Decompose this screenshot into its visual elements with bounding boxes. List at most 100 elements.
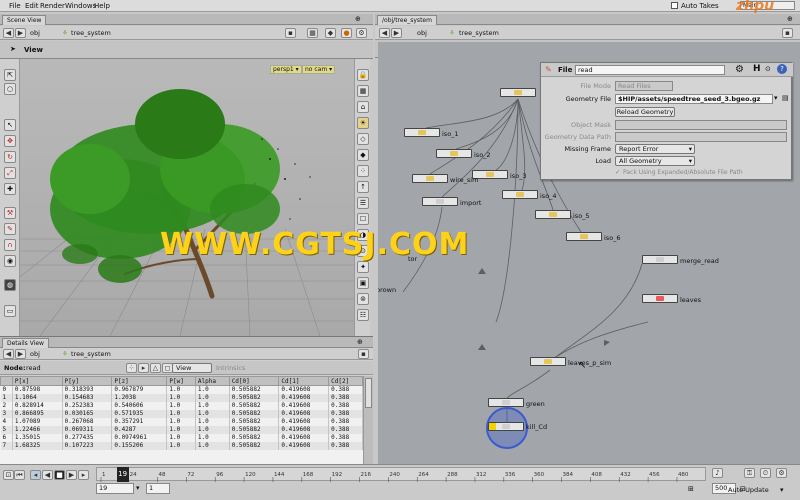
missing-frame-select[interactable]: Report Error [615, 144, 695, 154]
cube-icon[interactable]: ◆ [325, 28, 336, 38]
table-row[interactable]: 1 1.1064 0.154683 1.2038 1.0 1.0 0.505882 0.419… [0, 393, 363, 402]
network-add-tab-icon[interactable]: ⊕ [787, 15, 793, 23]
node-iso-1[interactable] [404, 128, 440, 137]
play-reverse-icon[interactable]: ◀ [42, 470, 53, 480]
scrollbar-thumb[interactable] [365, 378, 372, 408]
shaded-icon[interactable]: ◆ [357, 149, 369, 161]
attribute-spreadsheet[interactable]: P[x] P[y] P[z] P[w] Alpha Cd[0] Cd[1] Cd[2] 0 0.… [0, 376, 363, 465]
lasso-tool-icon[interactable]: ○ [4, 83, 16, 95]
column-header[interactable]: Cd[0] [228, 376, 280, 386]
points-mode-icon[interactable]: ⁘ [126, 363, 137, 373]
start-frame-field[interactable]: 1 [146, 483, 170, 494]
select-tool-icon[interactable]: ⇱ [4, 69, 16, 81]
details-path-obj[interactable]: obj [30, 350, 40, 358]
scene-path-crumb[interactable]: tree_system [71, 29, 111, 37]
column-header[interactable]: Cd[1] [278, 376, 330, 386]
table-row[interactable]: 2 0.828914 0.252383 0.540606 1.0 1.0 0.505882 0… [0, 401, 363, 410]
flipbook-icon[interactable]: ▣ [357, 277, 369, 289]
table-row[interactable]: 7 1.68325 0.107223 0.155206 1.0 1.0 0.505882 0.… [0, 441, 363, 450]
node-leaves-p-sim[interactable] [530, 357, 566, 366]
handle-tool-icon[interactable]: ✚ [4, 183, 16, 195]
lock-icon[interactable]: 🔒 [357, 69, 369, 81]
realtime-icon[interactable]: ⏲ [760, 468, 771, 478]
file-mode-select[interactable]: Read Files [615, 81, 673, 91]
node-read[interactable] [500, 88, 536, 97]
key-icon[interactable]: ⚿ [744, 468, 755, 478]
frame-field[interactable]: 19 [96, 483, 134, 494]
geometry-file-input[interactable]: $HIP/assets/speedtree_seed_3.bgeo.gz [615, 94, 773, 104]
hda-icon[interactable]: H [753, 64, 761, 74]
tab-scene-view[interactable]: Scene View [2, 15, 47, 25]
home-icon[interactable]: ⌂ [357, 101, 369, 113]
details-path-crumb[interactable]: tree_system [71, 350, 111, 358]
node-green[interactable] [488, 398, 524, 407]
node-iso-5[interactable] [535, 210, 571, 219]
render-icon[interactable]: ● [341, 28, 352, 38]
render-region-icon[interactable]: ▭ [4, 305, 16, 317]
details-scrollbar[interactable] [363, 376, 373, 465]
magnet-tool-icon[interactable]: ∩ [4, 239, 16, 251]
snapshot-icon[interactable]: ✦ [357, 261, 369, 273]
xray-icon[interactable]: ☰ [357, 197, 369, 209]
network-path-crumb[interactable]: tree_system [459, 29, 499, 37]
ghost-icon[interactable]: ☐ [357, 213, 369, 225]
column-header[interactable]: Alpha [194, 376, 230, 386]
det-forward-icon[interactable]: ▶ [15, 349, 26, 359]
wireframe-icon[interactable]: ◇ [357, 133, 369, 145]
det-pin-icon[interactable]: ▪ [358, 349, 369, 359]
node-iso-2[interactable] [436, 149, 472, 158]
grid-icon[interactable]: ▦ [357, 85, 369, 97]
play-icon[interactable]: ▶ [66, 470, 77, 480]
light-icon[interactable]: ☀ [357, 117, 369, 129]
update-mode-icon[interactable]: ▾ [780, 486, 784, 494]
menu-windows[interactable]: Windows [65, 2, 96, 10]
object-mask-input[interactable] [615, 120, 787, 130]
details-add-tab-icon[interactable]: ⊕ [357, 338, 363, 346]
net-back-icon[interactable]: ◀ [379, 28, 390, 38]
arrow-tool-icon[interactable]: ↖ [4, 119, 16, 131]
view-tool-icon[interactable]: ◉ [4, 255, 16, 267]
pose-tool-icon[interactable]: ⚒ [4, 207, 16, 219]
table-row[interactable]: 3 0.866895 0.030165 0.571935 1.0 1.0 0.505882 0… [0, 409, 363, 418]
load-select[interactable]: All Geometry [615, 156, 695, 166]
playback-options-icon[interactable]: ⚙ [776, 468, 787, 478]
file-chooser-icon[interactable]: ▤ [782, 94, 789, 102]
current-frame-marker[interactable]: 19 [116, 467, 129, 482]
first-frame-icon[interactable]: ⏮ [14, 470, 25, 480]
display-icon[interactable]: ▦ [307, 28, 318, 38]
realtime-toggle-icon[interactable]: ⊡ [3, 470, 14, 480]
table-row[interactable]: 0 0.87598 0.318393 0.967879 1.0 1.0 0.505882 0.… [0, 385, 363, 394]
auto-update-select[interactable]: Auto Update [728, 486, 769, 494]
view-select[interactable]: View [172, 363, 212, 373]
gear-icon[interactable]: ⚙ [356, 28, 367, 38]
menu-edit[interactable]: Edit [25, 2, 39, 10]
table-row[interactable]: 5 1.22466 0.069311 0.4287 1.0 1.0 0.505882 0.41… [0, 425, 363, 434]
column-header[interactable]: P[w] [166, 376, 196, 386]
tab-details-view[interactable]: Details View [2, 338, 49, 348]
tab-network[interactable]: /obj/tree_system [377, 15, 437, 25]
column-header[interactable]: P[x] [11, 376, 63, 386]
node-name-field[interactable]: read [575, 65, 725, 75]
column-header[interactable]: Cd[2] [328, 376, 363, 386]
brush-tool-icon[interactable]: ✎ [4, 223, 16, 235]
data-path-input[interactable] [615, 132, 787, 142]
lock-param-icon[interactable]: ⊙ [765, 65, 771, 73]
node-import[interactable] [422, 197, 458, 206]
frame-step-icon[interactable]: ▾ [136, 484, 140, 492]
menu-file[interactable]: File [9, 2, 21, 10]
node-merge-read[interactable] [642, 255, 678, 264]
range-icon[interactable]: ⊞ [688, 485, 694, 493]
param-gear-icon[interactable]: ⚙ [735, 64, 744, 75]
net-forward-icon[interactable]: ▶ [391, 28, 402, 38]
scale-tool-icon[interactable]: ⤢ [4, 167, 16, 179]
file-browse-icon[interactable]: ▾ [774, 94, 778, 102]
node-wire-sim[interactable] [412, 174, 448, 183]
display-options-icon[interactable]: ☷ [357, 309, 369, 321]
net-pin-icon[interactable]: ▪ [782, 28, 793, 38]
network-path-obj[interactable]: obj [417, 29, 427, 37]
table-row[interactable]: 6 1.35015 0.277435 0.0974961 1.0 1.0 0.505882 0… [0, 433, 363, 442]
help-icon[interactable]: ? [777, 64, 787, 74]
move-tool-icon[interactable]: ✥ [4, 135, 16, 147]
menu-help[interactable]: Help [94, 2, 110, 10]
column-header[interactable] [0, 376, 13, 386]
